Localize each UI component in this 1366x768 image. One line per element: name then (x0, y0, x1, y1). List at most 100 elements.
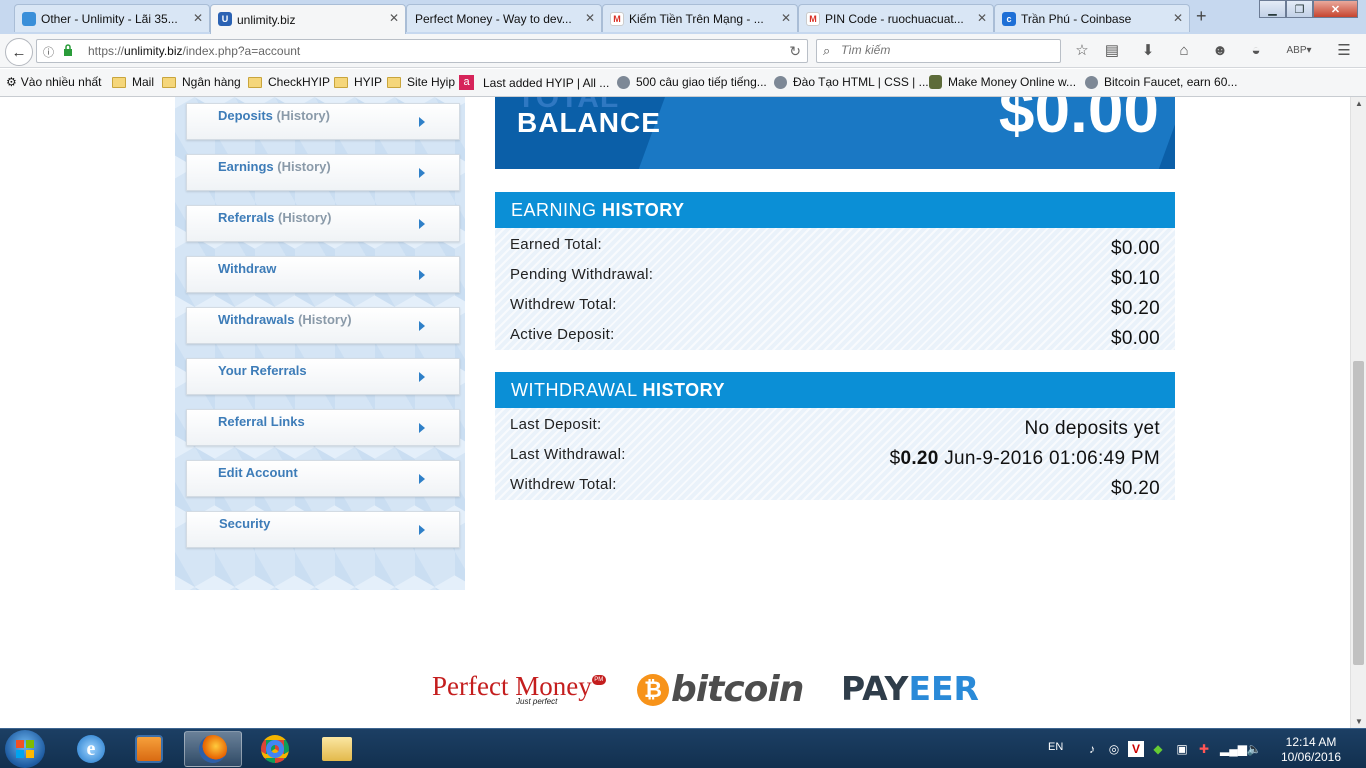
sidebar-item-deposits[interactable]: Deposits (History) (186, 103, 460, 140)
bookmark-item[interactable]: Make Money Online w... (929, 75, 1076, 89)
display-icon[interactable]: ▣ (1174, 741, 1190, 757)
sync-icon[interactable]: ◆ (1150, 741, 1166, 757)
adblock-plus-icon[interactable]: ABP▾ (1283, 42, 1315, 60)
bookmark-folder[interactable]: Site Hyip (387, 75, 455, 89)
sidebar-item-withdraw[interactable]: Withdraw (186, 256, 460, 293)
folder-icon (334, 76, 348, 88)
network-tool-icon[interactable]: ◎ (1106, 741, 1122, 757)
start-button[interactable] (5, 730, 45, 768)
audio-app-icon[interactable]: ♪ (1084, 741, 1100, 757)
history-link[interactable]: (History) (277, 108, 330, 123)
reading-list-icon[interactable]: ▤ (1102, 42, 1122, 60)
bookmark-folder[interactable]: Mail (112, 75, 154, 89)
title-bold: HISTORY (642, 380, 726, 400)
tab-coinbase[interactable]: c Trần Phú - Coinbase ✕ (994, 4, 1190, 32)
stat-row: Last Deposit: No deposits yet (510, 410, 1160, 440)
history-link[interactable]: (History) (298, 312, 351, 327)
bookmark-folder[interactable]: Ngân hàng (162, 75, 241, 89)
vietkey-icon[interactable]: V (1128, 741, 1144, 757)
stat-row: Pending Withdrawal: $0.10 (510, 260, 1160, 290)
close-tab-icon[interactable]: ✕ (1173, 11, 1183, 25)
tab-pin-code[interactable]: M PIN Code - ruochuacuat... ✕ (798, 4, 994, 32)
tab-perfect-money[interactable]: Perfect Money - Way to dev... ✕ (406, 4, 602, 32)
page-scrollbar[interactable]: ▲ ▼ (1350, 97, 1366, 728)
close-tab-icon[interactable]: ✕ (781, 11, 791, 25)
taskbar-chrome[interactable] (246, 731, 304, 767)
bookmark-star-icon[interactable]: ☆ (1072, 42, 1092, 60)
arrow-right-icon (419, 321, 425, 331)
taskbar-file-explorer[interactable] (308, 731, 366, 767)
scroll-down-icon[interactable]: ▼ (1355, 717, 1363, 726)
bookmark-item[interactable]: ⚙ Vào nhiều nhất (6, 75, 102, 89)
tab-unlimity-biz[interactable]: U unlimity.biz ✕ (210, 4, 406, 34)
site-favicon-icon (22, 12, 36, 26)
url-prefix: https:// (88, 44, 125, 58)
currency-symbol: $ (889, 448, 901, 469)
arrow-right-icon (419, 219, 425, 229)
volume-icon[interactable]: 🔈 (1246, 741, 1262, 757)
new-tab-button[interactable]: + (1196, 6, 1207, 27)
downloads-icon[interactable]: ⬇ (1138, 42, 1158, 60)
scrollbar-thumb[interactable] (1353, 361, 1364, 665)
stat-label: Active Deposit: (510, 326, 615, 343)
bookmark-folder[interactable]: HYIP (334, 75, 382, 89)
bookmark-folder[interactable]: CheckHYIP (248, 75, 330, 89)
address-bar[interactable]: ⓘ https://unlimity.biz/index.php?a=accou… (36, 39, 808, 63)
history-link[interactable]: (History) (278, 210, 331, 225)
reload-icon[interactable]: ↻ (789, 43, 801, 60)
sidebar-item-security[interactable]: Security (186, 511, 460, 548)
security-icon[interactable]: ✚ (1196, 741, 1212, 757)
folder-icon (248, 76, 262, 88)
close-tab-icon[interactable]: ✕ (389, 11, 399, 25)
taskbar-internet-explorer[interactable]: e (62, 731, 120, 767)
menu-icon[interactable]: ☰ (1334, 42, 1354, 60)
tab-other-unlimity[interactable]: Other - Unlimity - Lãi 35... ✕ (14, 4, 210, 32)
home-icon[interactable]: ⌂ (1174, 42, 1194, 60)
search-box[interactable]: ⌕ (816, 39, 1061, 63)
back-button[interactable]: ← (5, 38, 33, 66)
sidebar-item-referral-links[interactable]: Referral Links (186, 409, 460, 446)
close-tab-icon[interactable]: ✕ (977, 11, 987, 25)
stat-label: Withdrew Total: (510, 476, 617, 493)
lock-icon (64, 44, 72, 56)
total-balance-banner: TOTAL BALANCE $0.00 (495, 97, 1175, 169)
sidebar-item-earnings[interactable]: Earnings (History) (186, 154, 460, 191)
stat-row: Withdrew Total: $0.20 (510, 470, 1160, 500)
taskbar-media-player[interactable] (120, 731, 178, 767)
taskbar-firefox[interactable] (184, 731, 242, 767)
bookmark-item[interactable]: Bitcoin Faucet, earn 60... (1085, 75, 1237, 89)
sidebar-item-label: Security (219, 516, 270, 531)
sidebar-item-referrals[interactable]: Referrals (History) (186, 205, 460, 242)
history-link[interactable]: (History) (277, 159, 330, 174)
close-tab-icon[interactable]: ✕ (193, 11, 203, 25)
restore-button[interactable]: ❐ (1286, 0, 1313, 18)
menu-label: Referrals (218, 210, 275, 225)
stat-label: Earned Total: (510, 236, 603, 253)
tab-kiem-tien[interactable]: M Kiếm Tiền Trên Mạng - ... ✕ (602, 4, 798, 32)
taskbar-clock[interactable]: 12:14 AM 10/06/2016 (1276, 735, 1346, 765)
chrome-icon (261, 735, 289, 763)
tab-label: Other - Unlimity - Lãi 35... (41, 11, 178, 26)
search-input[interactable] (841, 43, 1051, 57)
pocket-icon[interactable]: ◒ (1246, 42, 1266, 60)
bookmark-item[interactable]: Đào Tạo HTML | CSS | ... (774, 75, 929, 89)
logo-tagline: Just perfect (516, 697, 558, 706)
hello-icon[interactable]: ☻ (1210, 42, 1230, 60)
close-tab-icon[interactable]: ✕ (585, 11, 595, 25)
balance-amount: $0.00 (998, 97, 1159, 146)
sidebar-item-edit-account[interactable]: Edit Account (186, 460, 460, 497)
bookmark-item[interactable]: 500 câu giao tiếp tiếng... (617, 75, 767, 89)
sidebar-item-withdrawals[interactable]: Withdrawals (History) (186, 307, 460, 344)
bookmark-item[interactable]: a Last added HYIP | All ... (459, 75, 609, 90)
info-icon[interactable]: ⓘ (43, 44, 54, 60)
language-indicator[interactable]: EN (1048, 741, 1063, 753)
minimize-button[interactable]: ▁ (1259, 0, 1286, 18)
close-window-button[interactable]: ✕ (1313, 0, 1358, 18)
clock-date: 10/06/2016 (1280, 750, 1342, 764)
network-signal-icon[interactable]: ▂▄▆ (1220, 741, 1247, 757)
pm-badge: PM (591, 675, 606, 685)
windows-taskbar: e EN ♪ ◎ V ◆ ▣ ✚ ▂▄▆ 🔈 12:14 AM 10/06/20… (0, 728, 1366, 768)
scroll-up-icon[interactable]: ▲ (1355, 99, 1363, 108)
sidebar-item-your-referrals[interactable]: Your Referrals (186, 358, 460, 395)
navigation-toolbar: ← ⓘ https://unlimity.biz/index.php?a=acc… (0, 34, 1366, 68)
